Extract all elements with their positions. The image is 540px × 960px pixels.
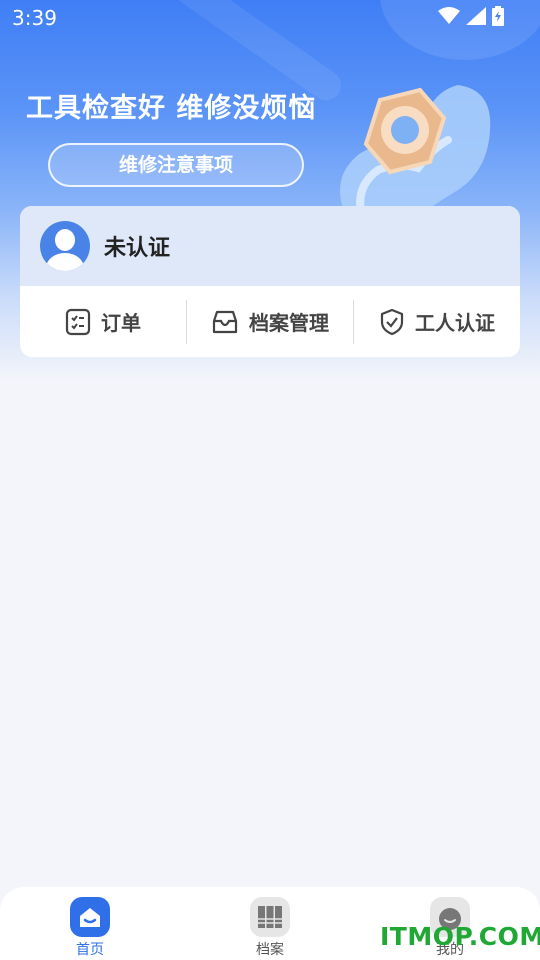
status-bar: 3:39 [0,0,540,36]
banner-slogan: 工具检查好 维修没烦恼 [26,93,317,124]
menu-item-certification[interactable]: 工人认证 [353,299,520,344]
status-icons [438,6,504,26]
avatar-head [55,229,75,251]
nav-label-files: 档案 [256,942,284,958]
battery-icon [492,6,504,26]
shield-check-icon [380,308,404,335]
user-card: 未认证 订单 档案管理 工人认证 [20,206,520,357]
user-status: 未认证 [104,236,171,261]
menu-item-archives[interactable]: 档案管理 [186,299,353,344]
files-icon [250,897,290,937]
nav-item-files[interactable]: 档案 [180,887,360,960]
wifi-icon [438,7,460,24]
status-time: 3:39 [12,6,57,30]
menu-item-orders[interactable]: 订单 [20,300,186,344]
home-icon [70,897,110,937]
watermark: ITMOP.COM [380,922,540,951]
user-header[interactable]: 未认证 [20,206,520,286]
avatar-body [46,253,84,271]
nav-label-home: 首页 [76,942,104,958]
menu-label-archives: 档案管理 [249,311,329,335]
archive-box-icon [212,310,238,333]
avatar [40,221,90,271]
wrench-nut-illustration [340,85,491,220]
signal-icon [466,7,486,25]
menu-label-orders: 订单 [101,311,141,335]
menu-label-certification: 工人认证 [415,311,495,335]
quick-menu: 订单 档案管理 工人认证 [20,286,520,357]
order-list-icon [65,308,91,335]
repair-notice-button[interactable]: 维修注意事项 [48,143,304,187]
nav-item-home[interactable]: 首页 [0,887,180,960]
